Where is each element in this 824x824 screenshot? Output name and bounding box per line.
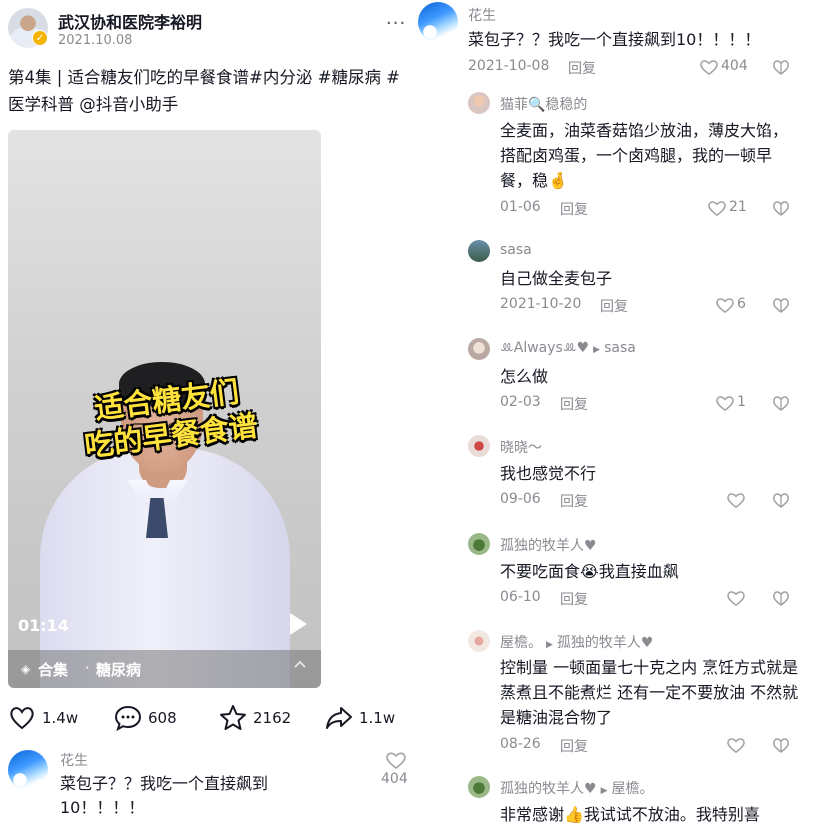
heart-icon[interactable] [715,394,735,412]
comment-text: 非常感谢👍我试试不放油。我特别喜 [500,805,760,824]
comment-button[interactable]: 608 [114,704,177,732]
like-button[interactable]: 1.4w [8,704,78,732]
dislike-icon[interactable] [772,589,790,607]
heart-icon[interactable] [699,58,719,76]
layers-icon: ◈ [21,662,31,676]
reply-to-user[interactable]: 孤独的牧羊人♥ [557,635,654,651]
reply-button[interactable]: 回复 [560,491,588,511]
dislike-icon[interactable] [772,296,790,314]
comment-text: 控制量 一顿面量七十克之内 烹饪方式就是蒸煮且不能煮烂 还有一定不要放油 不然就… [500,658,799,727]
collection-name: 糖尿病 [96,661,142,679]
commenter-name[interactable]: 孤独的牧羊人♥ ▶ 屋檐。 [500,778,653,798]
share-icon [326,707,352,729]
commenter-avatar[interactable] [468,92,490,114]
reply-button[interactable]: 回复 [560,394,588,414]
post-caption: 第4集 | 适合糖友们吃的早餐食谱#内分泌 #糖尿病 #医学科普 @抖音小助手 [8,68,401,114]
reply-arrow-icon: ▶ [600,786,608,796]
collection-label: 合集 [38,661,69,679]
comment-text: 全麦面，油菜香菇馅少放油，薄皮大馅，搭配卤鸡蛋，一个卤鸡腿，我的一顿早餐，稳🤞 [500,121,789,190]
comment-list: 花生 菜包子？？我吃一个直接飙到10！！！！ 2021-10-08 回复 404… [416,0,824,824]
favorite-count: 2162 [253,709,292,727]
post-date: 2021.10.08 [58,33,133,48]
commenter-name[interactable]: sasa [500,242,532,258]
commenter-username[interactable]: ꔛAlwaysꔛ♥ [500,340,589,356]
dislike-icon[interactable] [772,199,790,217]
commenter-name[interactable]: 猫菲🔍稳稳的 [500,94,587,114]
reply-button[interactable]: 回复 [560,589,588,609]
reply-button[interactable]: 回复 [560,199,588,219]
commenter-avatar[interactable] [8,750,48,790]
like-count: 1.4w [42,709,79,727]
verified-icon: ✓ [32,30,48,46]
share-button[interactable]: 1.1w [325,704,395,732]
comment-text: 不要吃面食😭我直接血飙 [500,562,679,581]
more-options-icon[interactable]: ··· [386,13,406,34]
comment-like-count: 404 [721,58,748,74]
commenter-username[interactable]: 孤独的牧羊人♥ [500,781,597,797]
comment-text: 菜包子？？我吃一个直接飙到10！！！！ [60,774,269,817]
commenter-avatar[interactable] [468,338,490,360]
dislike-icon[interactable] [772,394,790,412]
comment-text: 菜包子？？我吃一个直接飙到10！！！！ [468,30,761,49]
comment-like-count: 21 [729,199,747,215]
comment-date: 2021-10-20 [500,296,582,312]
reply-to-user[interactable]: sasa [604,340,636,356]
collection-bar[interactable]: ◈ 合集 · 糖尿病 [8,650,321,688]
commenter-avatar[interactable] [418,2,458,42]
heart-icon[interactable] [715,296,735,314]
collection-separator: · [85,659,90,677]
dislike-icon[interactable] [772,491,790,509]
comment-like-count: 6 [737,296,746,312]
comment-text: 自己做全麦包子 [500,269,613,288]
author-name[interactable]: 武汉协和医院李裕明 [58,9,202,33]
commenter-name[interactable]: 屋檐。 ▶ 孤独的牧羊人♥ [500,632,653,652]
reply-arrow-icon: ▶ [593,345,601,355]
commenter-username[interactable]: 屋檐。 [500,635,542,651]
heart-icon[interactable] [385,750,407,770]
heart-icon[interactable] [726,491,746,509]
star-icon [220,705,246,730]
comment-date: 08-26 [500,736,541,752]
commenter-avatar[interactable] [468,533,490,555]
favorite-button[interactable]: 2162 [219,704,291,732]
video-duration: 01:14 [18,616,69,635]
dislike-icon[interactable] [772,58,790,76]
heart-icon[interactable] [707,199,727,217]
commenter-name[interactable]: 花生 [60,750,88,770]
heart-icon[interactable] [726,589,746,607]
heart-icon[interactable] [726,736,746,754]
commenter-name[interactable]: ꔛAlwaysꔛ♥ ▶ sasa [500,340,636,356]
commenter-avatar[interactable] [468,776,490,798]
reply-button[interactable]: 回复 [560,736,588,756]
heart-icon [10,707,34,730]
reply-button[interactable]: 回复 [568,58,596,78]
comment-like-count: 404 [381,771,408,787]
comment-text: 怎么做 [500,367,549,386]
reply-to-user[interactable]: 屋檐。 [611,781,653,797]
chevron-up-icon[interactable] [293,657,307,671]
comment-date: 2021-10-08 [468,58,550,74]
post-panel: ✓ 武汉协和医院李裕明 2021.10.08 ··· 第4集 | 适合糖友们吃的… [0,0,416,824]
comment-icon [114,705,142,732]
reply-button[interactable]: 回复 [600,296,628,316]
reply-arrow-icon: ▶ [546,640,553,650]
comment-date: 06-10 [500,589,541,605]
play-icon[interactable] [290,613,307,635]
commenter-name[interactable]: 晓晓～ [500,437,542,457]
commenter-avatar[interactable] [468,435,490,457]
comment-count: 608 [148,709,177,727]
commenter-avatar[interactable] [468,630,490,652]
comment-date: 01-06 [500,199,541,215]
comment-like-count: 1 [737,394,746,410]
comment-text: 我也感觉不行 [500,464,597,483]
dislike-icon[interactable] [772,736,790,754]
share-count: 1.1w [359,709,396,727]
commenter-avatar[interactable] [468,240,490,262]
commenter-name[interactable]: 孤独的牧羊人♥ [500,535,597,555]
comment-date: 09-06 [500,491,541,507]
commenter-name[interactable]: 花生 [468,5,496,25]
comment-date: 02-03 [500,394,541,410]
